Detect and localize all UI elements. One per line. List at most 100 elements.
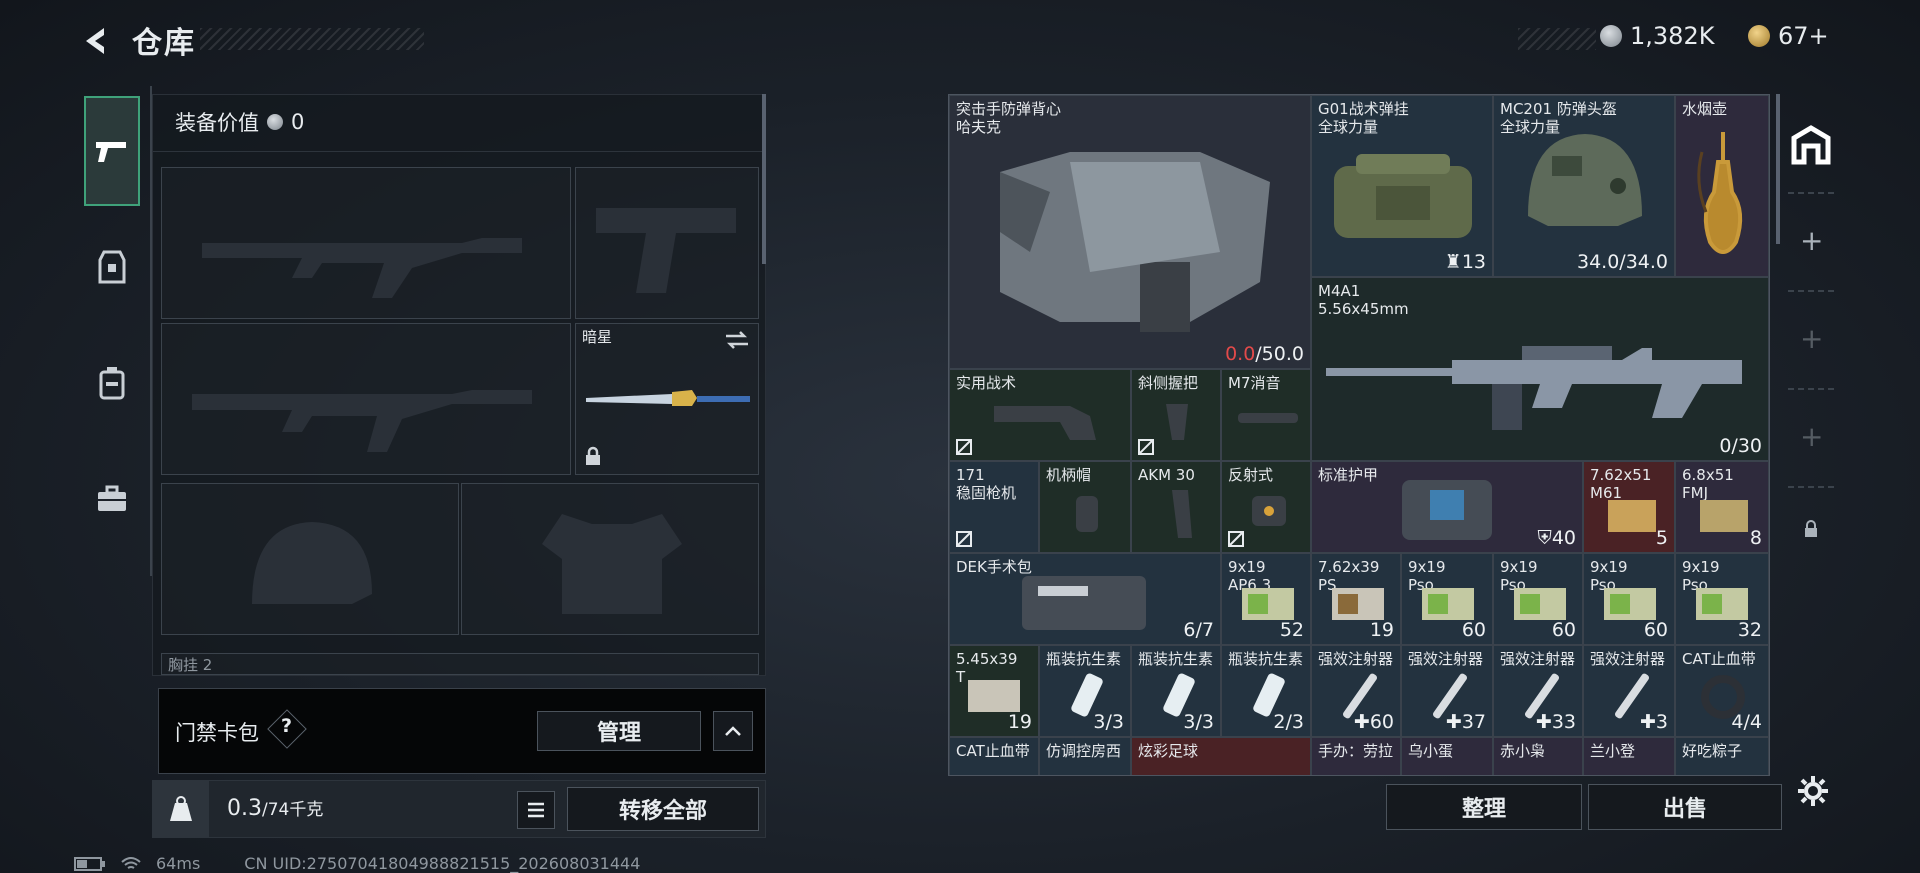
loadout-scrollbar[interactable]: [762, 94, 766, 264]
item-count: 0.0/50.0: [1225, 343, 1304, 365]
help-icon: ?: [281, 715, 293, 737]
item-zongzi[interactable]: 好吃粽子: [1675, 737, 1769, 775]
item-akm-mag[interactable]: AKM 30: [1131, 461, 1221, 553]
lock-icon: [1805, 520, 1817, 537]
swap-icon[interactable]: [724, 330, 750, 350]
add-page-button-disabled[interactable]: +: [1800, 420, 1823, 453]
loadout-panel: 装备价值 0 暗星 胸挂 2: [152, 94, 766, 676]
item-9x19-pso-3[interactable]: 9x19 Pso 60: [1583, 553, 1675, 645]
item-count: ✚60: [1353, 711, 1394, 733]
item-stock[interactable]: 实用战术: [949, 369, 1131, 461]
item-762x51-m61[interactable]: 7.62x51 M61 5: [1583, 461, 1675, 553]
sort-button[interactable]: 整理: [1386, 784, 1582, 830]
tab-case[interactable]: [84, 444, 140, 554]
item-vest[interactable]: 突击手防弹背心 哈夫克 0.0/50.0: [949, 95, 1311, 369]
item-9x19-ap[interactable]: 9x19 AP6.3 52: [1221, 553, 1311, 645]
tab-weapons[interactable]: [84, 96, 140, 206]
item-handle-cap[interactable]: 机柄帽: [1039, 461, 1131, 553]
weight-bar: 0.3/74千克 转移全部: [152, 780, 766, 838]
stash-page-bar: + + +: [1776, 100, 1846, 570]
item-m4a1[interactable]: M4A1 5.56x45mm 0/30: [1311, 277, 1769, 461]
no-insurance-icon: [956, 531, 972, 547]
add-page-button-disabled[interactable]: +: [1800, 322, 1823, 355]
item-injector-1[interactable]: 强效注射器 ✚60: [1311, 645, 1401, 737]
item-antibiotic-1[interactable]: 瓶装抗生素 3/3: [1039, 645, 1131, 737]
status-bar: 64ms CN UID:27507041804988821515_2026080…: [74, 854, 640, 873]
item-9x19-pso-4[interactable]: 9x19 Pso 32: [1675, 553, 1769, 645]
pistol-silhouette-icon: [596, 208, 736, 293]
pistol-icon: [96, 142, 126, 162]
hookah-image: [1697, 132, 1743, 254]
rifle-silhouette-icon: [202, 238, 522, 298]
rifle-image: [1326, 346, 1742, 430]
transfer-all-button[interactable]: 转移全部: [567, 787, 759, 831]
rifle-silhouette-icon: [192, 390, 532, 452]
tab-backpack[interactable]: [84, 328, 140, 438]
item-lab-model[interactable]: 仿调控房西: [1039, 737, 1131, 775]
weight-icon-box: [153, 781, 209, 837]
helmet-image: [1528, 134, 1642, 226]
melee-name: 暗星: [582, 328, 613, 346]
warehouse-icon[interactable]: [1790, 124, 1832, 166]
gear-icon[interactable]: [1796, 774, 1830, 808]
item-reflex-sight[interactable]: 反射式: [1221, 461, 1311, 553]
title-decoration: [200, 28, 424, 50]
points-currency: 67+: [1748, 22, 1829, 50]
collapse-button[interactable]: [713, 711, 753, 751]
item-injector-4[interactable]: 强效注射器 ✚3: [1583, 645, 1675, 737]
kit-image: [1022, 576, 1146, 630]
ammo-box-image: [1700, 500, 1748, 532]
item-tourniquet-2[interactable]: CAT止血带: [949, 737, 1039, 775]
secondary-weapon-slot[interactable]: [161, 323, 571, 475]
item-chest-rig[interactable]: G01战术弹挂 全球力量 ♜13: [1311, 95, 1493, 277]
manage-button[interactable]: 管理: [537, 711, 701, 751]
item-hookah[interactable]: 水烟壶: [1675, 95, 1769, 277]
magazine-image: [1172, 490, 1192, 538]
item-count: ✚3: [1639, 711, 1668, 733]
add-page-button[interactable]: +: [1800, 224, 1823, 257]
item-figure-egg[interactable]: 乌小蛋: [1401, 737, 1493, 775]
melee-slot[interactable]: 暗星: [575, 323, 759, 475]
back-arrow-icon[interactable]: [78, 24, 112, 58]
item-count: ♜13: [1444, 251, 1486, 273]
item-suppressor[interactable]: M7消音: [1221, 369, 1311, 461]
tab-armor[interactable]: [84, 212, 140, 322]
item-football[interactable]: 炫彩足球: [1131, 737, 1311, 775]
coin-currency: 1,382K: [1600, 22, 1714, 50]
keycard-label: 门禁卡包: [175, 721, 259, 745]
page-title: 仓库: [132, 26, 196, 61]
item-762x39-ps[interactable]: 7.62x39 PS 19: [1311, 553, 1401, 645]
item-9x19-pso-1[interactable]: 9x19 Pso 60: [1401, 553, 1493, 645]
item-545x39[interactable]: 5.45x39 T 19: [949, 645, 1039, 737]
coin-icon: [267, 114, 283, 130]
item-injector-2[interactable]: 强效注射器 ✚37: [1401, 645, 1493, 737]
item-figure-lara[interactable]: 手办：劳拉: [1311, 737, 1401, 775]
item-9x19-pso-2[interactable]: 9x19 Pso 60: [1493, 553, 1583, 645]
item-helmet[interactable]: MC201 防弹头盔 全球力量 34.0/34.0: [1493, 95, 1675, 277]
primary-weapon-slot[interactable]: [161, 167, 571, 319]
item-figure-lan[interactable]: 兰小登: [1583, 737, 1675, 775]
item-count: ✚33: [1535, 711, 1576, 733]
sidearm-slot[interactable]: [575, 167, 759, 319]
ammo-box-image: [1608, 500, 1656, 532]
item-standard-armor[interactable]: 标准护甲 ⛨40: [1311, 461, 1583, 553]
item-68x51-fmj[interactable]: 6.8x51 FMJ 8: [1675, 461, 1769, 553]
bag-image: [1334, 154, 1472, 238]
armor-icon: [98, 250, 126, 284]
body-armor-slot[interactable]: [461, 483, 759, 635]
keycard-bar: 门禁卡包 ? 管理: [158, 688, 766, 774]
sell-button[interactable]: 出售: [1588, 784, 1782, 830]
item-antibiotic-3[interactable]: 瓶装抗生素 2/3: [1221, 645, 1311, 737]
item-count: ✚37: [1445, 711, 1486, 733]
item-antibiotic-2[interactable]: 瓶装抗生素 3/3: [1131, 645, 1221, 737]
item-figure-owl[interactable]: 赤小枭: [1493, 737, 1583, 775]
item-injector-3[interactable]: 强效注射器 ✚33: [1493, 645, 1583, 737]
coin-icon: [1600, 25, 1622, 47]
item-tourniquet-1[interactable]: CAT止血带 4/4: [1675, 645, 1769, 737]
helmet-slot[interactable]: [161, 483, 459, 635]
item-surgical-kit[interactable]: DEK手术包 6/7: [949, 553, 1221, 645]
item-bolt[interactable]: 171 稳固枪机: [949, 461, 1039, 553]
chest-rig-slot[interactable]: 胸挂 2: [161, 653, 759, 675]
list-view-button[interactable]: [517, 791, 555, 829]
item-grip[interactable]: 斜侧握把: [1131, 369, 1221, 461]
